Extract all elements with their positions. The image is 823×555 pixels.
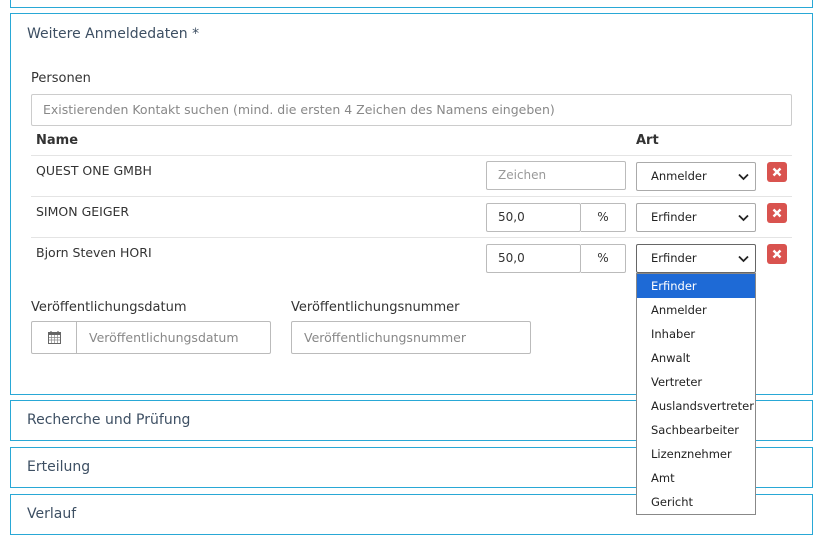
- panel-title[interactable]: Weitere Anmeldedaten *: [27, 26, 199, 42]
- chevron-down-icon: [738, 214, 749, 222]
- dropdown-option-anwalt[interactable]: Anwalt: [637, 346, 755, 370]
- publication-number-input[interactable]: Veröffentlichungsnummer: [291, 321, 531, 354]
- panel-title[interactable]: Recherche und Prüfung: [27, 412, 190, 428]
- art-select-open[interactable]: Erfinder: [636, 244, 756, 273]
- percent-addon: %: [581, 203, 626, 232]
- calendar-button[interactable]: [32, 322, 77, 353]
- column-header-name: Name: [36, 133, 79, 148]
- dropdown-option-inhaber[interactable]: Inhaber: [637, 322, 755, 346]
- art-select[interactable]: Anmelder: [636, 162, 756, 191]
- art-select[interactable]: Erfinder: [636, 203, 756, 232]
- close-icon: [772, 208, 782, 218]
- panel-title[interactable]: Erteilung: [27, 459, 90, 475]
- delete-person-button[interactable]: [767, 244, 787, 264]
- row-divider: [31, 196, 792, 197]
- publication-date-label: Veröffentlichungsdatum: [31, 300, 187, 315]
- close-icon: [772, 249, 782, 259]
- calendar-icon: [48, 331, 61, 344]
- dropdown-option-erfinder[interactable]: Erfinder: [637, 274, 755, 298]
- dropdown-option-lizenznehmer[interactable]: Lizenznehmer: [637, 442, 755, 466]
- dropdown-option-amt[interactable]: Amt: [637, 466, 755, 490]
- dropdown-option-gericht[interactable]: Gericht: [637, 490, 755, 514]
- row-divider: [31, 155, 792, 156]
- delete-person-button[interactable]: [767, 203, 787, 223]
- publication-date-field[interactable]: Veröffentlichungsdatum: [31, 321, 271, 354]
- dropdown-option-vertreter[interactable]: Vertreter: [637, 370, 755, 394]
- close-icon: [772, 167, 782, 177]
- dropdown-option-auslandsvertreter[interactable]: Auslandsvertreter: [637, 394, 755, 418]
- publication-number-label: Veröffentlichungsnummer: [291, 300, 460, 315]
- panel-title[interactable]: Verlauf: [27, 506, 76, 522]
- chevron-down-icon: [738, 173, 749, 181]
- delete-person-button[interactable]: [767, 162, 787, 182]
- person-name: Bjorn Steven HORI: [36, 245, 152, 260]
- previous-panel-bottom: [10, 0, 813, 8]
- personen-label: Personen: [31, 71, 91, 86]
- dropdown-option-sachbearbeiter[interactable]: Sachbearbeiter: [637, 418, 755, 442]
- art-dropdown-list: Erfinder Anmelder Inhaber Anwalt Vertret…: [636, 273, 756, 515]
- column-header-art: Art: [636, 133, 659, 148]
- percent-addon: %: [581, 244, 626, 273]
- chevron-down-icon: [738, 255, 749, 263]
- contact-search-input[interactable]: Existierenden Kontakt suchen (mind. die …: [31, 94, 792, 126]
- dropdown-option-anmelder[interactable]: Anmelder: [637, 298, 755, 322]
- share-input[interactable]: 50,0: [486, 203, 581, 232]
- person-name: SIMON GEIGER: [36, 204, 130, 219]
- person-name: QUEST ONE GMBH: [36, 163, 152, 178]
- share-input[interactable]: 50,0: [486, 244, 581, 273]
- publication-date-input[interactable]: Veröffentlichungsdatum: [89, 322, 239, 353]
- zeichen-input[interactable]: Zeichen: [486, 161, 626, 190]
- row-divider: [31, 237, 792, 238]
